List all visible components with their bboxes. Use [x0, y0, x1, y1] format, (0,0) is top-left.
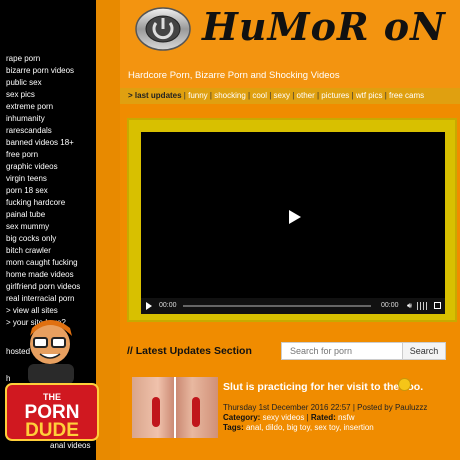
sidebar-link[interactable]: virgin teens [6, 173, 80, 185]
sidebar-link[interactable]: free porn [6, 149, 80, 161]
sidebar-link[interactable]: inhumanity [6, 113, 80, 125]
top-nav: > last updates | funny | shocking | cool… [120, 88, 460, 104]
nav-item[interactable]: funny [188, 91, 208, 100]
power-button-logo-icon[interactable] [134, 6, 192, 52]
nav-item[interactable]: free cams [389, 91, 424, 100]
video-frame: 00:00 00:00 🔊︎ [127, 118, 457, 322]
play-icon[interactable] [289, 210, 301, 224]
sidebar-link[interactable]: graphic videos [6, 161, 80, 173]
porn-dude-badge[interactable]: THE PORN DUDE [0, 318, 108, 460]
sidebar-link[interactable]: extreme porn [6, 101, 80, 113]
header: HuMoR oN Hardcore Porn, Bizarre Porn and… [120, 0, 460, 88]
nav-item[interactable]: > last updates [128, 91, 182, 100]
nav-item[interactable]: wtf pics [356, 91, 383, 100]
post-meta: Thursday 1st December 2016 22:57 | Poste… [223, 403, 428, 432]
play-small-icon[interactable] [146, 302, 152, 310]
player-controls: 00:00 00:00 🔊︎ [141, 298, 445, 314]
video-player[interactable]: 00:00 00:00 🔊︎ [141, 132, 445, 314]
sidebar-link[interactable]: girlfriend porn videos [6, 281, 80, 293]
nav-item[interactable]: cool [252, 91, 267, 100]
nav-item[interactable]: shocking [214, 91, 246, 100]
sidebar-link[interactable]: sex pics [6, 89, 80, 101]
sidebar-link[interactable]: > view all sites [6, 305, 80, 317]
category-link[interactable]: sexy videos [263, 413, 305, 422]
progress-track[interactable] [183, 305, 371, 307]
nav-item[interactable]: other [297, 91, 315, 100]
main-content: HuMoR oN Hardcore Porn, Bizarre Porn and… [120, 0, 460, 460]
volume-slider[interactable] [417, 302, 429, 310]
nav-item[interactable]: pictures [321, 91, 349, 100]
post-date-line: Thursday 1st December 2016 22:57 | Poste… [223, 403, 428, 412]
rated-label: Rated: [310, 413, 336, 422]
post-thumbnail[interactable] [132, 377, 218, 438]
badge-dude-text: DUDE [25, 420, 79, 441]
sidebar-link[interactable]: big cocks only [6, 233, 80, 245]
rated-link[interactable]: nsfw [338, 413, 354, 422]
category-label: Category: [223, 413, 261, 422]
sidebar-link[interactable]: banned videos 18+ [6, 137, 80, 149]
sidebar-link[interactable]: real interracial porn [6, 293, 80, 305]
volume-icon[interactable]: 🔊︎ [407, 301, 412, 311]
sidebar-link[interactable]: painal tube [6, 209, 80, 221]
search-button[interactable]: Search [402, 342, 446, 360]
smiley-icon [398, 378, 411, 391]
badge-the-text: THE [43, 392, 61, 402]
tags-label: Tags: [223, 423, 244, 432]
site-tagline: Hardcore Porn, Bizarre Porn and Shocking… [128, 70, 340, 81]
sidebar-link[interactable]: mom caught fucking [6, 257, 80, 269]
sidebar-link[interactable]: rarescandals [6, 125, 80, 137]
sidebar-link[interactable]: bitch crawler [6, 245, 80, 257]
tags-links[interactable]: anal, dildo, big toy, sex toy, insertion [246, 423, 374, 432]
sidebar-link[interactable]: bizarre porn videos [6, 65, 80, 77]
site-logo-text[interactable]: HuMoR oN [202, 4, 446, 49]
nav-item[interactable]: sexy [274, 91, 290, 100]
post-title[interactable]: Slut is practicing for her visit to the … [223, 381, 423, 393]
sidebar-link[interactable]: fucking hardcore [6, 197, 80, 209]
duration-time: 00:00 [381, 302, 399, 309]
sidebar-link[interactable]: sex mummy [6, 221, 80, 233]
sidebar-link[interactable]: porn 18 sex [6, 185, 80, 197]
current-time: 00:00 [159, 302, 177, 309]
sidebar-link[interactable]: rape porn [6, 53, 80, 65]
latest-updates-title: // Latest Updates Section [127, 345, 252, 357]
sidebar-link[interactable]: home made videos [6, 269, 80, 281]
search-input[interactable] [281, 342, 403, 360]
sidebar-links: rape porn bizarre porn videos public sex se… [6, 53, 80, 329]
fullscreen-icon[interactable] [434, 302, 441, 309]
sidebar-link[interactable]: public sex [6, 77, 80, 89]
